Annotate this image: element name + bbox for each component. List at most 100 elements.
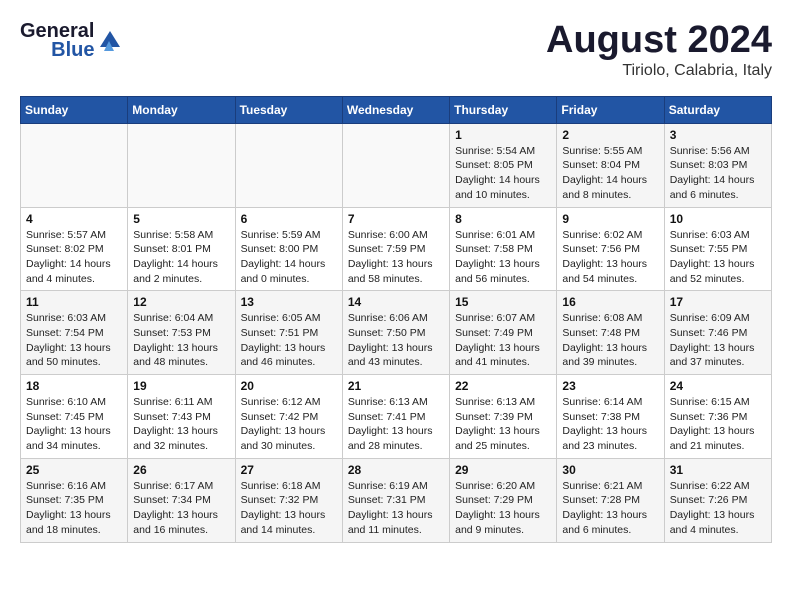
- calendar-week-4: 18 Sunrise: 6:10 AM Sunset: 7:45 PM Dayli…: [21, 375, 772, 459]
- day-info: Sunrise: 6:04 AM Sunset: 7:53 PM Dayligh…: [133, 311, 229, 370]
- calendar-cell: 10 Sunrise: 6:03 AM Sunset: 7:55 PM Dayli…: [664, 207, 771, 291]
- calendar-cell: 5 Sunrise: 5:58 AM Sunset: 8:01 PM Daylig…: [128, 207, 235, 291]
- day-header-wednesday: Wednesday: [342, 96, 449, 123]
- day-number: 13: [241, 295, 337, 309]
- calendar-cell: 26Sunrise: 6:17 AM Sunset: 7:34 PM Dayli…: [128, 458, 235, 542]
- day-info: Sunrise: 6:15 AM Sunset: 7:36 PM Dayligh…: [670, 395, 766, 454]
- day-info: Sunrise: 6:08 AM Sunset: 7:48 PM Dayligh…: [562, 311, 658, 370]
- day-info: Sunrise: 6:01 AM Sunset: 7:58 PM Dayligh…: [455, 228, 551, 287]
- day-number: 16: [562, 295, 658, 309]
- calendar-location: Tiriolo, Calabria, Italy: [546, 62, 772, 80]
- day-number: 4: [26, 212, 122, 226]
- calendar-cell: 12 Sunrise: 6:04 AM Sunset: 7:53 PM Dayli…: [128, 291, 235, 375]
- calendar-cell: 19Sunrise: 6:11 AM Sunset: 7:43 PM Dayli…: [128, 375, 235, 459]
- calendar-header: SundayMondayTuesdayWednesdayThursdayFrid…: [21, 96, 772, 123]
- day-number: 15: [455, 295, 551, 309]
- day-number: 1: [455, 128, 551, 142]
- day-info: Sunrise: 6:13 AM Sunset: 7:39 PM Dayligh…: [455, 395, 551, 454]
- day-info: Sunrise: 6:18 AM Sunset: 7:32 PM Dayligh…: [241, 479, 337, 538]
- day-number: 20: [241, 379, 337, 393]
- calendar-cell: 15 Sunrise: 6:07 AM Sunset: 7:49 PM Dayli…: [450, 291, 557, 375]
- calendar-cell: [342, 123, 449, 207]
- day-number: 7: [348, 212, 444, 226]
- day-number: 6: [241, 212, 337, 226]
- calendar-cell: 14 Sunrise: 6:06 AM Sunset: 7:50 PM Dayli…: [342, 291, 449, 375]
- title-block: August 2024 Tiriolo, Calabria, Italy: [546, 20, 772, 80]
- calendar-cell: 1 Sunrise: 5:54 AM Sunset: 8:05 PM Daylig…: [450, 123, 557, 207]
- calendar-cell: 20 Sunrise: 6:12 AM Sunset: 7:42 PM Dayli…: [235, 375, 342, 459]
- day-info: Sunrise: 6:22 AM Sunset: 7:26 PM Dayligh…: [670, 479, 766, 538]
- day-number: 28: [348, 463, 444, 477]
- day-info: Sunrise: 6:07 AM Sunset: 7:49 PM Dayligh…: [455, 311, 551, 370]
- calendar-cell: 11 Sunrise: 6:03 AM Sunset: 7:54 PM Dayli…: [21, 291, 128, 375]
- calendar-cell: [21, 123, 128, 207]
- day-number: 25: [26, 463, 122, 477]
- calendar-cell: 17Sunrise: 6:09 AM Sunset: 7:46 PM Dayli…: [664, 291, 771, 375]
- day-number: 5: [133, 212, 229, 226]
- day-number: 3: [670, 128, 766, 142]
- day-info: Sunrise: 6:21 AM Sunset: 7:28 PM Dayligh…: [562, 479, 658, 538]
- calendar-cell: 27 Sunrise: 6:18 AM Sunset: 7:32 PM Dayli…: [235, 458, 342, 542]
- day-info: Sunrise: 6:00 AM Sunset: 7:59 PM Dayligh…: [348, 228, 444, 287]
- calendar-cell: 3Sunrise: 5:56 AM Sunset: 8:03 PM Daylig…: [664, 123, 771, 207]
- day-info: Sunrise: 5:59 AM Sunset: 8:00 PM Dayligh…: [241, 228, 337, 287]
- calendar-cell: [128, 123, 235, 207]
- calendar-cell: 16 Sunrise: 6:08 AM Sunset: 7:48 PM Dayli…: [557, 291, 664, 375]
- calendar-title: August 2024: [546, 20, 772, 62]
- calendar-week-1: 1 Sunrise: 5:54 AM Sunset: 8:05 PM Daylig…: [21, 123, 772, 207]
- day-info: Sunrise: 5:55 AM Sunset: 8:04 PM Dayligh…: [562, 144, 658, 203]
- day-info: Sunrise: 6:20 AM Sunset: 7:29 PM Dayligh…: [455, 479, 551, 538]
- calendar-cell: 22Sunrise: 6:13 AM Sunset: 7:39 PM Dayli…: [450, 375, 557, 459]
- day-number: 14: [348, 295, 444, 309]
- calendar-cell: 29 Sunrise: 6:20 AM Sunset: 7:29 PM Dayli…: [450, 458, 557, 542]
- day-info: Sunrise: 6:14 AM Sunset: 7:38 PM Dayligh…: [562, 395, 658, 454]
- day-number: 29: [455, 463, 551, 477]
- calendar-cell: 4 Sunrise: 5:57 AM Sunset: 8:02 PM Daylig…: [21, 207, 128, 291]
- day-header-thursday: Thursday: [450, 96, 557, 123]
- day-number: 8: [455, 212, 551, 226]
- day-info: Sunrise: 6:06 AM Sunset: 7:50 PM Dayligh…: [348, 311, 444, 370]
- day-info: Sunrise: 6:03 AM Sunset: 7:54 PM Dayligh…: [26, 311, 122, 370]
- logo: General Blue: [20, 20, 124, 62]
- day-number: 12: [133, 295, 229, 309]
- day-info: Sunrise: 6:12 AM Sunset: 7:42 PM Dayligh…: [241, 395, 337, 454]
- calendar-week-3: 11 Sunrise: 6:03 AM Sunset: 7:54 PM Dayli…: [21, 291, 772, 375]
- day-header-saturday: Saturday: [664, 96, 771, 123]
- calendar-cell: 8 Sunrise: 6:01 AM Sunset: 7:58 PM Daylig…: [450, 207, 557, 291]
- calendar-cell: 2 Sunrise: 5:55 AM Sunset: 8:04 PM Daylig…: [557, 123, 664, 207]
- day-info: Sunrise: 6:19 AM Sunset: 7:31 PM Dayligh…: [348, 479, 444, 538]
- logo-blue: Blue: [51, 39, 94, 62]
- calendar-cell: 6 Sunrise: 5:59 AM Sunset: 8:00 PM Daylig…: [235, 207, 342, 291]
- day-info: Sunrise: 5:58 AM Sunset: 8:01 PM Dayligh…: [133, 228, 229, 287]
- calendar-cell: 13 Sunrise: 6:05 AM Sunset: 7:51 PM Dayli…: [235, 291, 342, 375]
- calendar-week-5: 25 Sunrise: 6:16 AM Sunset: 7:35 PM Dayli…: [21, 458, 772, 542]
- calendar-cell: 24 Sunrise: 6:15 AM Sunset: 7:36 PM Dayli…: [664, 375, 771, 459]
- calendar-cell: 28 Sunrise: 6:19 AM Sunset: 7:31 PM Dayli…: [342, 458, 449, 542]
- calendar-cell: 18 Sunrise: 6:10 AM Sunset: 7:45 PM Dayli…: [21, 375, 128, 459]
- day-info: Sunrise: 6:16 AM Sunset: 7:35 PM Dayligh…: [26, 479, 122, 538]
- calendar-cell: 21Sunrise: 6:13 AM Sunset: 7:41 PM Dayli…: [342, 375, 449, 459]
- day-info: Sunrise: 5:57 AM Sunset: 8:02 PM Dayligh…: [26, 228, 122, 287]
- calendar-table: SundayMondayTuesdayWednesdayThursdayFrid…: [20, 96, 772, 543]
- day-number: 18: [26, 379, 122, 393]
- calendar-week-2: 4 Sunrise: 5:57 AM Sunset: 8:02 PM Daylig…: [21, 207, 772, 291]
- day-info: Sunrise: 6:10 AM Sunset: 7:45 PM Dayligh…: [26, 395, 122, 454]
- day-number: 26: [133, 463, 229, 477]
- day-number: 17: [670, 295, 766, 309]
- day-info: Sunrise: 6:05 AM Sunset: 7:51 PM Dayligh…: [241, 311, 337, 370]
- day-number: 10: [670, 212, 766, 226]
- day-number: 23: [562, 379, 658, 393]
- day-number: 27: [241, 463, 337, 477]
- day-number: 24: [670, 379, 766, 393]
- day-info: Sunrise: 5:54 AM Sunset: 8:05 PM Dayligh…: [455, 144, 551, 203]
- day-number: 21: [348, 379, 444, 393]
- page-header: General Blue August 2024 Tiriolo, Calabr…: [20, 20, 772, 80]
- day-number: 30: [562, 463, 658, 477]
- day-header-monday: Monday: [128, 96, 235, 123]
- day-number: 11: [26, 295, 122, 309]
- calendar-cell: 31Sunrise: 6:22 AM Sunset: 7:26 PM Dayli…: [664, 458, 771, 542]
- day-info: Sunrise: 6:03 AM Sunset: 7:55 PM Dayligh…: [670, 228, 766, 287]
- day-header-sunday: Sunday: [21, 96, 128, 123]
- day-number: 19: [133, 379, 229, 393]
- day-number: 2: [562, 128, 658, 142]
